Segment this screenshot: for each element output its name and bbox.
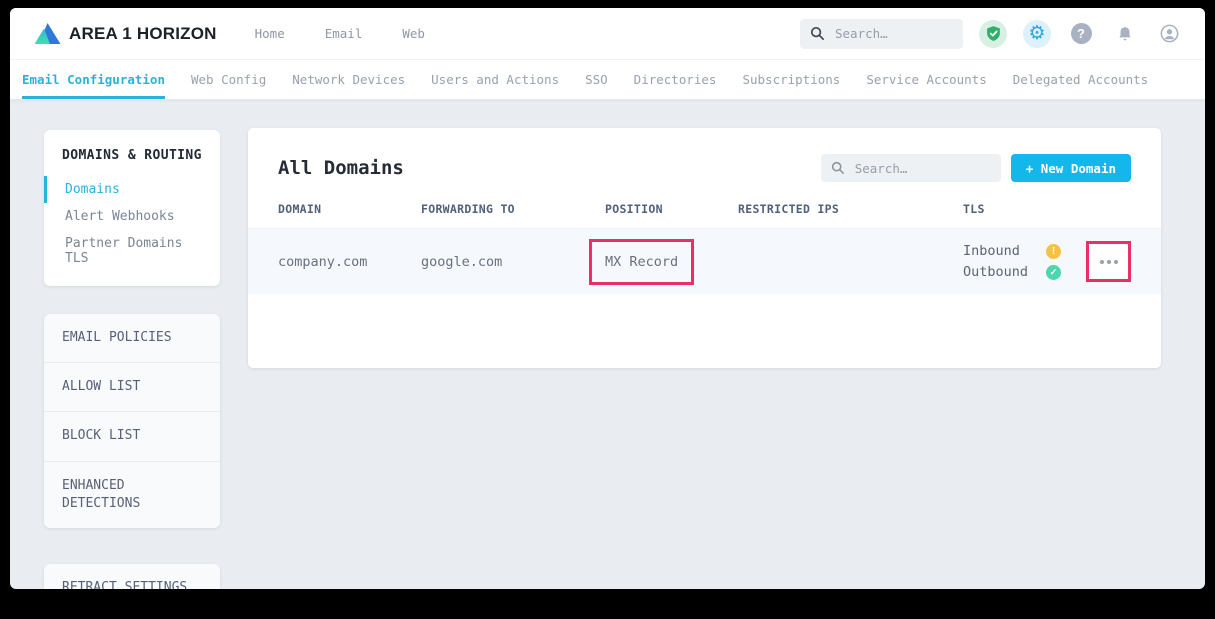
page-content: DOMAINS & ROUTING Domains Alert Webhooks… [10,100,1205,589]
search-icon [810,26,825,41]
ellipsis-icon [1100,260,1104,264]
column-header-forwarding-to: FORWARDING TO [421,202,605,216]
sidebar-item-email-policies[interactable]: EMAIL POLICIES [44,314,220,363]
panel-header: All Domains + New Domain [248,128,1161,202]
panel-header-actions: + New Domain [821,154,1131,182]
area1-logo-icon [34,22,61,45]
shield-check-icon [985,25,1002,42]
topnav-email[interactable]: Email [325,26,363,41]
global-search-input[interactable] [833,25,953,42]
topnav-home[interactable]: Home [255,26,285,41]
sidebar: DOMAINS & ROUTING Domains Alert Webhooks… [44,130,220,589]
domain-search-input[interactable] [853,160,991,177]
sidebar-item-domains[interactable]: Domains [44,176,220,203]
sidebar-item-block-list[interactable]: BLOCK LIST [44,412,220,461]
user-icon [1159,23,1180,44]
sidebar-item-partner-domains-tls[interactable]: Partner Domains TLS [44,230,220,272]
column-header-restricted-ips: RESTRICTED IPS [738,202,963,216]
tab-directories[interactable]: Directories [634,60,717,99]
sidebar-item-alert-webhooks[interactable]: Alert Webhooks [44,203,220,230]
tab-email-configuration[interactable]: Email Configuration [22,60,165,99]
sidebar-item-enhanced-detections[interactable]: ENHANCED DETECTIONS [44,462,220,528]
sidebar-section-title: DOMAINS & ROUTING [44,148,220,163]
tab-subscriptions[interactable]: Subscriptions [742,60,840,99]
column-header-tls: TLS [963,202,1131,216]
tab-sso[interactable]: SSO [585,60,608,99]
top-navigation: Home Email Web [255,26,425,41]
cell-tls: Inbound Outbound ! ✓ [963,229,1131,294]
new-domain-button[interactable]: + New Domain [1011,154,1131,182]
column-header-domain: DOMAIN [278,202,421,216]
sidebar-item-retract-settings[interactable]: RETRACT SETTINGS [44,564,220,589]
app-window: AREA 1 HORIZON Home Email Web [10,8,1205,589]
tls-status-icons: ! ✓ [1046,244,1061,280]
tab-network-devices[interactable]: Network Devices [292,60,405,99]
page-title: All Domains [278,157,404,179]
table-header-row: DOMAIN FORWARDING TO POSITION RESTRICTED… [248,202,1161,229]
topnav-web[interactable]: Web [402,26,425,41]
row-actions-button[interactable] [1086,241,1131,282]
domains-routing-card: DOMAINS & ROUTING Domains Alert Webhooks… [44,130,220,286]
retract-settings-card: RETRACT SETTINGS [44,564,220,589]
security-status-button[interactable] [979,20,1007,48]
sidebar-item-allow-list[interactable]: ALLOW LIST [44,363,220,412]
tab-web-config[interactable]: Web Config [191,60,266,99]
domain-search[interactable] [821,154,1001,182]
tls-inbound-warning-icon: ! [1046,244,1061,259]
tls-labels: Inbound Outbound [963,243,1033,280]
topbar-actions: ⚙ ? [800,19,1183,49]
account-button[interactable] [1155,20,1183,48]
notifications-button[interactable] [1111,20,1139,48]
global-search[interactable] [800,19,963,49]
cell-forwarding-to: google.com [421,254,605,270]
help-button[interactable]: ? [1067,20,1095,48]
topbar: AREA 1 HORIZON Home Email Web [10,8,1205,60]
all-domains-panel: All Domains + New Domain DOMAIN FORWARDI… [248,128,1161,368]
position-highlight-box: MX Record [589,239,694,285]
tls-outbound-label: Outbound [963,264,1033,280]
table-row: company.com google.com MX Record Inbound… [248,229,1161,294]
email-policies-card: EMAIL POLICIES ALLOW LIST BLOCK LIST ENH… [44,314,220,528]
tab-delegated-accounts[interactable]: Delegated Accounts [1013,60,1148,99]
cell-position: MX Record [605,239,738,285]
position-value: MX Record [605,254,678,270]
question-icon: ? [1071,23,1092,44]
column-header-position: POSITION [605,202,738,216]
section-tabs: Email Configuration Web Config Network D… [10,60,1205,100]
logo[interactable]: AREA 1 HORIZON [34,22,217,45]
gear-icon: ⚙ [1028,24,1045,43]
cell-domain: company.com [278,254,421,270]
search-icon [831,161,845,175]
settings-button[interactable]: ⚙ [1023,20,1051,48]
logo-text: AREA 1 HORIZON [69,24,217,44]
tab-service-accounts[interactable]: Service Accounts [866,60,986,99]
tab-users-and-actions[interactable]: Users and Actions [431,60,559,99]
tls-inbound-label: Inbound [963,243,1033,259]
tls-outbound-check-icon: ✓ [1046,265,1061,280]
bell-icon [1116,25,1134,43]
